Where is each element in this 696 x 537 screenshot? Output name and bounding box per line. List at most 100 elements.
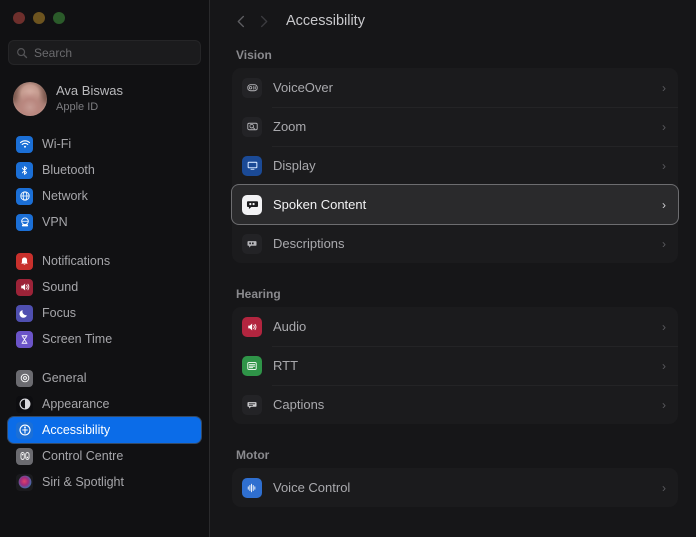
hourglass-icon	[16, 330, 33, 348]
row-label: VoiceOver	[273, 80, 333, 95]
maximize-button[interactable]	[53, 11, 65, 24]
audio-speaker-icon	[242, 316, 262, 337]
search-field[interactable]	[8, 40, 201, 65]
row-voice-control[interactable]: Voice Control ›	[232, 468, 678, 507]
chevron-right-icon: ›	[662, 80, 666, 95]
sidebar-item-label: Appearance	[42, 397, 110, 411]
row-spoken-content[interactable]: Spoken Content ›	[232, 185, 678, 224]
toolbar: Accessibility	[210, 0, 696, 42]
row-zoom[interactable]: Zoom ›	[232, 107, 678, 146]
sidebar-nav: Wi-Fi Bluetooth Network VPN Notification…	[0, 131, 209, 495]
siri-icon	[16, 473, 33, 491]
sidebar: Ava Biswas Apple ID Wi-Fi	[0, 0, 210, 537]
section-header-hearing: Hearing	[236, 287, 281, 301]
chevron-right-icon: ›	[662, 358, 666, 373]
accessibility-icon	[16, 421, 33, 439]
row-label: Captions	[273, 397, 325, 412]
minimize-button[interactable]	[33, 11, 45, 24]
apple-id-profile[interactable]: Ava Biswas Apple ID	[8, 77, 201, 121]
back-button[interactable]	[230, 10, 252, 32]
spoken-content-icon	[242, 194, 262, 215]
sidebar-item-control-centre[interactable]: Control Centre	[8, 443, 201, 469]
row-label: Spoken Content	[273, 197, 367, 212]
forward-button[interactable]	[252, 10, 274, 32]
row-voiceover[interactable]: VoiceOver ›	[232, 68, 678, 107]
gear-icon	[16, 369, 33, 387]
sidebar-item-vpn[interactable]: VPN	[8, 209, 201, 235]
voiceover-icon	[242, 77, 262, 98]
row-label: RTT	[273, 358, 299, 373]
bluetooth-icon	[16, 161, 33, 179]
network-globe-icon	[16, 187, 33, 205]
chevron-right-icon: ›	[662, 119, 666, 134]
vision-card: VoiceOver › Zoom › Display › Spoken Cont…	[232, 68, 678, 263]
sidebar-item-notifications[interactable]: Notifications	[8, 248, 201, 274]
chevron-right-icon: ›	[662, 236, 666, 251]
row-label: Display	[273, 158, 316, 173]
sidebar-item-screen-time[interactable]: Screen Time	[8, 326, 201, 352]
chevron-right-icon: ›	[662, 397, 666, 412]
page-title: Accessibility	[286, 13, 365, 29]
row-descriptions[interactable]: Descriptions ›	[232, 224, 678, 263]
voice-control-icon	[242, 477, 262, 498]
chevron-right-icon: ›	[662, 319, 666, 334]
row-captions[interactable]: Captions ›	[232, 385, 678, 424]
row-rtt[interactable]: RTT ›	[232, 346, 678, 385]
appearance-contrast-icon	[16, 395, 33, 413]
motor-card: Voice Control ›	[232, 468, 678, 507]
row-label: Zoom	[273, 119, 307, 134]
chevron-right-icon: ›	[662, 158, 666, 173]
sidebar-item-label: Control Centre	[42, 449, 124, 463]
chevron-right-icon: ›	[662, 480, 666, 495]
settings-scroll-area[interactable]: Vision VoiceOver › Zoom › Display › Spok…	[210, 42, 696, 537]
row-label: Audio	[273, 319, 307, 334]
speaker-icon	[16, 278, 33, 296]
row-label: Voice Control	[273, 480, 351, 495]
sidebar-item-label: Wi-Fi	[42, 137, 72, 151]
sidebar-item-sound[interactable]: Sound	[8, 274, 201, 300]
sidebar-item-label: Siri & Spotlight	[42, 475, 124, 489]
row-label: Descriptions	[273, 236, 345, 251]
display-monitor-icon	[242, 155, 262, 176]
sidebar-item-label: Accessibility	[42, 423, 111, 437]
sidebar-item-label: Notifications	[42, 254, 111, 268]
row-audio[interactable]: Audio ›	[232, 307, 678, 346]
sidebar-item-accessibility[interactable]: Accessibility	[8, 417, 201, 443]
zoom-magnifier-icon	[242, 116, 262, 137]
hearing-card: Audio › RTT › Captions ›	[232, 307, 678, 424]
sidebar-item-label: Focus	[42, 306, 77, 320]
sidebar-item-focus[interactable]: Focus	[8, 300, 201, 326]
traffic-lights	[0, 0, 209, 24]
profile-text: Ava Biswas Apple ID	[56, 83, 123, 114]
captions-icon	[242, 394, 262, 415]
sidebar-group-network: Wi-Fi Bluetooth Network VPN	[0, 131, 209, 235]
settings-window: Ava Biswas Apple ID Wi-Fi	[0, 0, 696, 537]
control-centre-icon	[16, 447, 33, 465]
search-input[interactable]	[34, 45, 193, 60]
close-button[interactable]	[13, 11, 25, 24]
sidebar-item-label: Bluetooth	[42, 163, 95, 177]
content-pane: Accessibility Vision VoiceOver › Zoom › …	[210, 0, 696, 537]
sidebar-item-wi-fi[interactable]: Wi-Fi	[8, 131, 201, 157]
sidebar-item-general[interactable]: General	[8, 365, 201, 391]
bell-icon	[16, 252, 33, 270]
wifi-icon	[16, 135, 33, 153]
sidebar-item-appearance[interactable]: Appearance	[8, 391, 201, 417]
avatar	[13, 82, 47, 116]
descriptions-icon	[242, 233, 262, 254]
sidebar-item-siri-and-spotlight[interactable]: Siri & Spotlight	[8, 469, 201, 495]
sidebar-group-alerts: Notifications Sound Focus Screen Time	[0, 248, 209, 352]
sidebar-item-bluetooth[interactable]: Bluetooth	[8, 157, 201, 183]
sidebar-item-label: VPN	[42, 215, 68, 229]
sidebar-item-label: Sound	[42, 280, 79, 294]
sidebar-item-label: General	[42, 371, 87, 385]
search-icon	[16, 47, 28, 59]
moon-icon	[16, 304, 33, 322]
row-display[interactable]: Display ›	[232, 146, 678, 185]
chevron-right-icon: ›	[662, 197, 666, 212]
sidebar-item-network[interactable]: Network	[8, 183, 201, 209]
sidebar-group-system: General Appearance Accessibility Control…	[0, 365, 209, 495]
section-header-motor: Motor	[236, 448, 270, 462]
vpn-icon	[16, 213, 33, 231]
rtt-icon	[242, 355, 262, 376]
